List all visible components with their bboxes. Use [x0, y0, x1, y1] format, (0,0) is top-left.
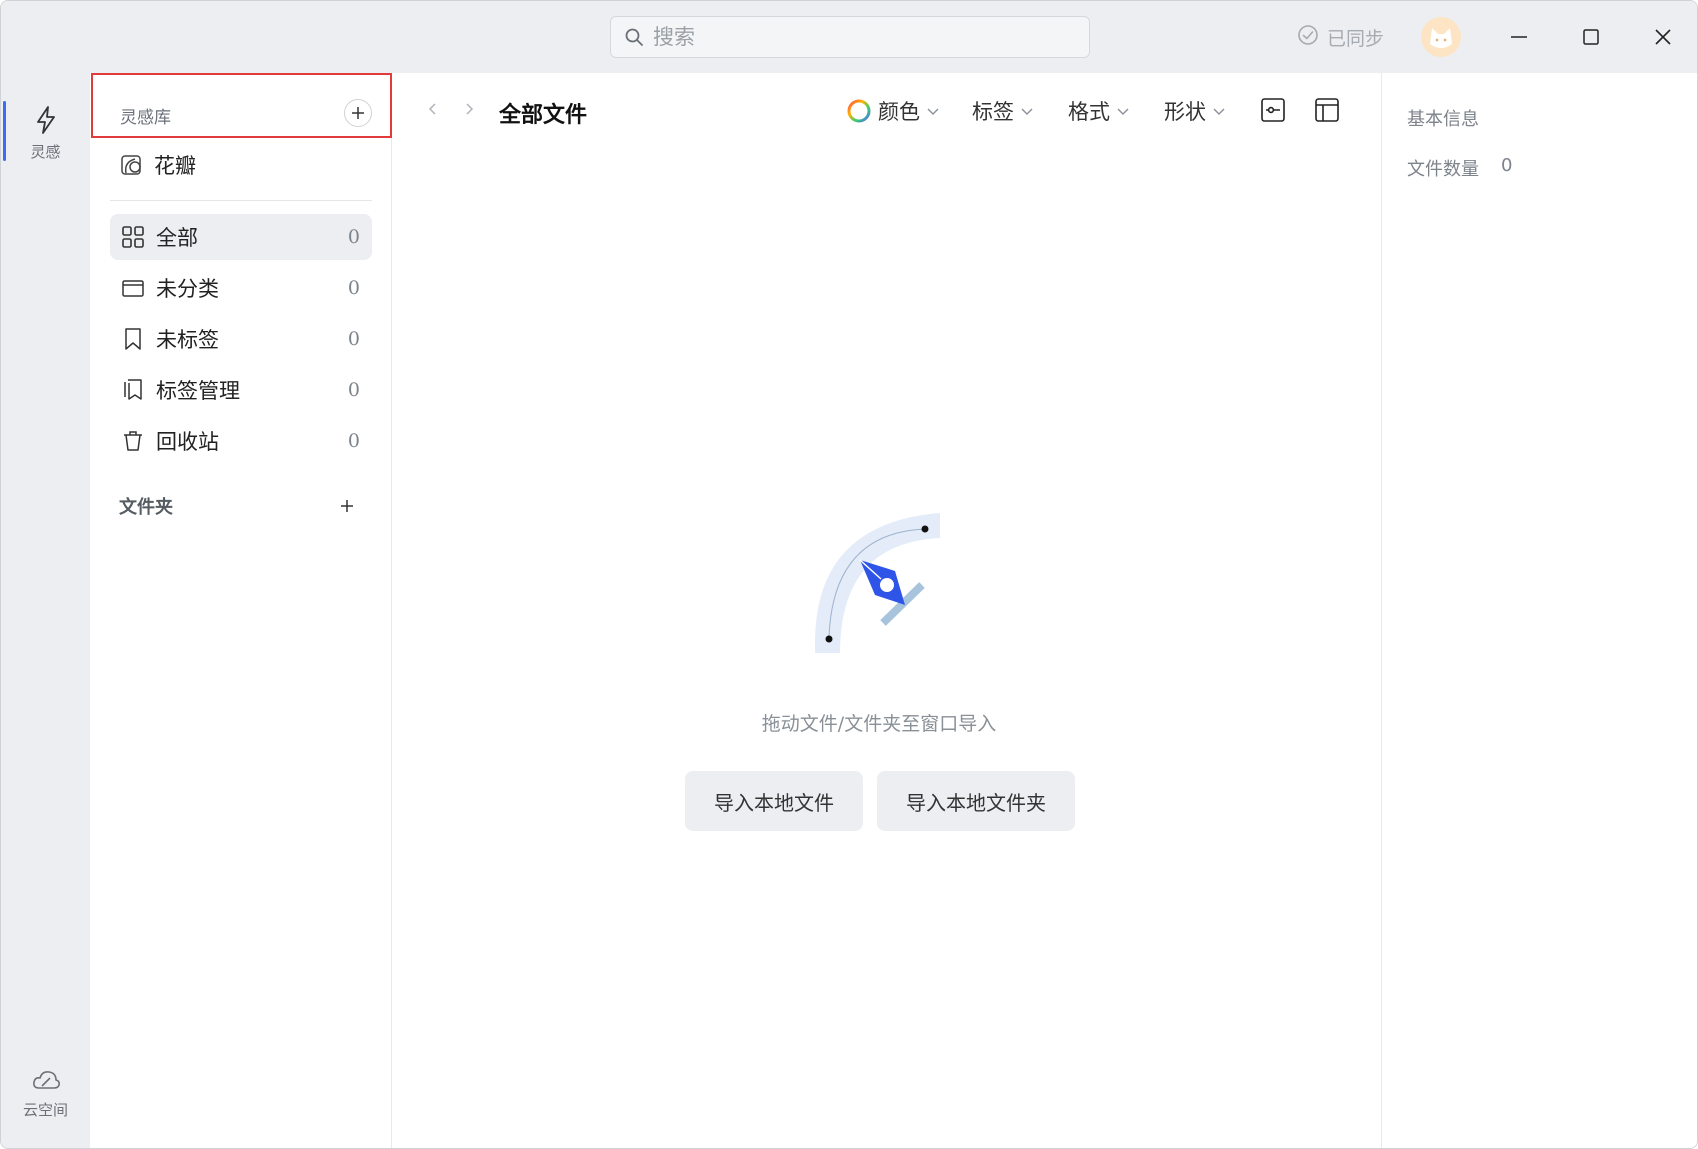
slider-icon [1261, 98, 1285, 122]
layout-icon [1315, 98, 1339, 122]
sync-status[interactable]: 已同步 [1297, 23, 1384, 51]
tray-icon [120, 275, 146, 301]
lightning-icon [36, 106, 55, 134]
main-content: 全部文件 颜色 标签 格式 形状 拖动文件/文件夹至窗口导入 导入本地文件 导入… [392, 73, 1381, 1148]
library-item-label: 花瓣 [154, 154, 196, 178]
petal-icon [121, 155, 141, 175]
filter-label: 颜色 [878, 100, 920, 124]
search-box[interactable] [610, 16, 1090, 58]
rail-label: 云空间 [22, 1101, 68, 1119]
pen-nib-illustration-icon [815, 513, 940, 653]
chevron-down-icon [1117, 108, 1129, 115]
sync-status-label: 已同步 [1327, 27, 1385, 50]
sidebar-item-tag-management[interactable]: 标签管理 0 [110, 367, 372, 413]
add-library-button[interactable] [344, 99, 372, 127]
maximize-button[interactable] [1571, 17, 1611, 57]
forward-button[interactable] [457, 97, 481, 121]
import-local-file-button[interactable]: 导入本地文件 [685, 771, 863, 831]
filter-format[interactable]: 格式 [1068, 97, 1130, 125]
app-window: 已同步 灵感 [0, 0, 1698, 1149]
folder-section-header: 文件夹 [119, 491, 359, 521]
add-folder-button[interactable] [335, 494, 359, 518]
layout-panel-button[interactable] [1312, 95, 1342, 125]
tag-manage-icon [120, 377, 146, 403]
plus-icon [341, 500, 353, 512]
sidebar-item-uncategorized[interactable]: 未分类 0 [110, 265, 372, 311]
rail-item-cloud[interactable]: 云空间 [1, 1067, 90, 1120]
filter-label: 标签 [972, 100, 1014, 124]
minimize-button[interactable] [1499, 17, 1539, 57]
info-panel-title: 基本信息 [1407, 109, 1479, 130]
plus-icon [352, 107, 364, 119]
info-file-count-row: 文件数量 0 [1407, 155, 1512, 181]
sidebar: 灵感库 花瓣 全部 0 未分类 0 未标签 0 标签管理 0 回收站 0 文件夹 [90, 73, 392, 1148]
import-local-folder-button[interactable]: 导入本地文件夹 [877, 771, 1075, 831]
avatar[interactable] [1421, 17, 1461, 57]
maximize-icon [1583, 29, 1599, 45]
close-button[interactable] [1643, 17, 1683, 57]
sidebar-item-count: 0 [347, 430, 360, 452]
page-title: 全部文件 [499, 103, 588, 128]
filter-tag[interactable]: 标签 [972, 97, 1034, 125]
chevron-left-icon [428, 103, 436, 115]
cloud-icon [32, 1071, 60, 1089]
search-input[interactable] [653, 25, 1053, 49]
filter-label: 形状 [1164, 100, 1206, 124]
sidebar-divider [110, 200, 372, 201]
library-header: 灵感库 [91, 73, 392, 138]
chevron-down-icon [1021, 108, 1033, 115]
close-icon [1655, 29, 1671, 45]
info-panel: 基本信息 文件数量 0 [1381, 73, 1697, 1148]
chevron-down-icon [1213, 108, 1225, 115]
cat-avatar-icon [1421, 17, 1461, 57]
filter-color[interactable]: 颜色 [846, 97, 940, 125]
sidebar-item-label: 全部 [156, 226, 198, 250]
title-bar: 已同步 [1, 1, 1697, 73]
grid-icon [120, 224, 146, 250]
sidebar-item-label: 标签管理 [156, 379, 240, 403]
chevron-right-icon [466, 103, 474, 115]
sidebar-item-label: 回收站 [156, 430, 219, 454]
nav-rail: 灵感 云空间 [1, 73, 90, 1148]
sidebar-item-count: 0 [347, 379, 360, 401]
rail-item-inspiration[interactable]: 灵感 [1, 105, 90, 162]
color-wheel-icon [847, 99, 871, 123]
bookmark-icon [120, 326, 146, 352]
trash-icon [120, 428, 146, 454]
search-icon [623, 26, 645, 48]
sidebar-item-count: 0 [347, 328, 360, 350]
sidebar-item-label: 未分类 [156, 277, 219, 301]
back-button[interactable] [421, 97, 445, 121]
filter-shape[interactable]: 形状 [1164, 97, 1226, 125]
file-count-label: 文件数量 [1407, 159, 1479, 180]
library-item-huaban[interactable]: 花瓣 [120, 149, 196, 181]
minimize-icon [1511, 36, 1527, 38]
sidebar-item-label: 未标签 [156, 328, 219, 352]
chevron-down-icon [927, 108, 939, 115]
sidebar-item-untagged[interactable]: 未标签 0 [110, 316, 372, 362]
main-toolbar: 全部文件 颜色 标签 格式 形状 [392, 73, 1381, 143]
sidebar-item-count: 0 [347, 277, 360, 299]
sidebar-item-trash[interactable]: 回收站 0 [110, 418, 372, 464]
empty-state-message: 拖动文件/文件夹至窗口导入 [761, 713, 997, 735]
slider-settings-button[interactable] [1258, 95, 1288, 125]
library-title: 灵感库 [120, 108, 171, 128]
filter-label: 格式 [1068, 100, 1110, 124]
folder-section-title: 文件夹 [119, 497, 173, 518]
sidebar-item-all[interactable]: 全部 0 [110, 214, 372, 260]
file-count-value: 0 [1501, 155, 1513, 176]
rail-label: 灵感 [30, 143, 61, 161]
sidebar-item-count: 0 [347, 226, 360, 248]
check-circle-icon [1297, 24, 1319, 51]
